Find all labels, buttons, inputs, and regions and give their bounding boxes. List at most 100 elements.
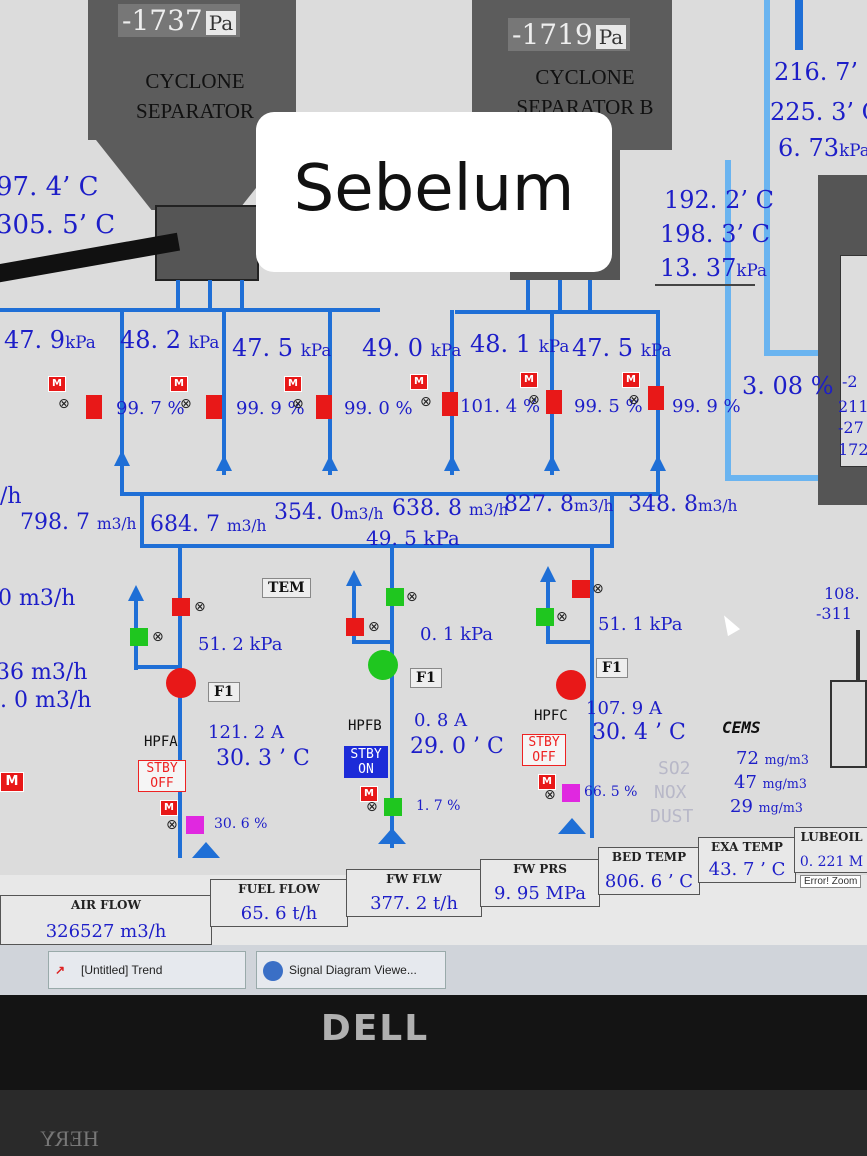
right-riser-pipe [764,0,770,355]
duct-pressure-5: 48. 1 kPa [470,330,570,358]
cems-nox-value: 47 mg/m3 [734,772,807,793]
damper-actuator-3-icon: ⊗ [292,396,304,412]
fan-c-inlet-actuator-icon: ⊗ [544,787,556,803]
fan-b-pressure: 0. 1 kPa [420,624,494,645]
fw-prs-cell: FW PRS 9. 95 MPa [480,859,600,907]
fan-c-pump-icon[interactable] [556,670,586,700]
fan-a-pipe [178,548,182,858]
fan-b-outlet-valve[interactable] [386,588,404,606]
tem-tag[interactable]: TEM [262,578,311,598]
fan-b-bypass-valve[interactable] [346,618,364,636]
m-tag-6[interactable]: M [622,372,640,388]
m-tag-4[interactable]: M [410,374,428,390]
mouse-cursor-icon [717,611,741,637]
fan-c-bypass-arrow [540,566,556,582]
damper-actuator-6-icon: ⊗ [628,392,640,408]
damper-actuator-2-icon: ⊗ [180,396,192,412]
fan-c-temp: 30. 4 ’ C [592,720,686,745]
fan-a-outlet-actuator-icon: ⊗ [194,599,206,615]
taskbar-trend-button[interactable]: ↗ [Untitled] Trend [48,951,246,989]
fan-b-bypass-actuator-icon: ⊗ [368,619,380,635]
damper-5[interactable] [546,390,562,414]
fan-b-pump-icon[interactable] [368,650,398,680]
m-tag-1[interactable]: M [48,376,66,392]
fan-a-inlet-damper[interactable] [186,816,204,834]
fw-flow-cell: FW FLW 377. 2 t/h [346,869,482,917]
cems-title: CEMS [722,718,761,737]
mid-right-pressure: 13. 37kPa [660,254,768,282]
fan-a-bypass-valve[interactable] [130,628,148,646]
drop-6 [588,280,592,310]
flow-arrow-4 [444,455,460,471]
trend-icon: ↗ [55,963,66,977]
fan-c-pressure: 51. 1 kPa [598,614,683,635]
fan-a-pump-icon[interactable] [166,668,196,698]
fan-a-f1-tag[interactable]: F1 [208,682,240,702]
fan-c-bypass-h [546,640,594,644]
header-pressure: 49. 5 kPa [366,526,460,550]
black-duct [0,232,181,286]
damper-4[interactable] [442,392,458,416]
fuel-flow-cell: FUEL FLOW 65. 6 t/h [210,879,348,927]
left-partial-4: . 0 m3/h [0,688,92,713]
damper-6[interactable] [648,386,664,410]
fan-b-standby-status[interactable]: STBY ON [344,746,388,778]
left-partial-3: 36 m3/h [0,660,88,685]
fan-a-outlet-valve[interactable] [172,598,190,616]
m-tag-2[interactable]: M [170,376,188,392]
fan-c-bypass-valve[interactable] [536,608,554,626]
flow-arrow-5 [544,455,560,471]
flow-arrow-3 [322,455,338,471]
right-mid-edge-1: 108. [824,584,860,603]
right-edge-4: 172. [838,440,867,459]
fan-c-outlet-valve[interactable] [572,580,590,598]
damper-actuator-1-icon: ⊗ [58,396,70,412]
right-edge-3: -27 [838,418,864,437]
taskbar-signal-button[interactable]: Signal Diagram Viewe... [256,951,446,989]
air-flow-cell: AIR FLOW 326527 m3/h [0,895,212,945]
flow-arrow-6 [650,455,666,471]
fan-a-m-tag[interactable]: M [160,800,178,816]
duct-pressure-1: 47. 9kPa [4,326,96,354]
right-mid-box [830,680,867,768]
fan-a-standby-status[interactable]: STBY OFF [138,760,186,792]
left-m-tag[interactable]: M [0,772,24,792]
fan-b-inlet-actuator-icon: ⊗ [366,799,378,815]
fan-a-damper: 30. 6 % [214,816,268,832]
drop-2 [208,280,212,310]
damper-actuator-5-icon: ⊗ [528,392,540,408]
fan-c-current: 107. 9 A [586,698,662,719]
fan-b-f1-tag[interactable]: F1 [410,668,442,688]
fan-a-bypass-actuator-icon: ⊗ [152,629,164,645]
fan-a-bypass-arrow [128,585,144,601]
fan-b-current: 0. 8 A [414,710,468,731]
right-temp-2: 225. 3’ C [770,98,867,126]
fan-b-temp: 29. 0 ’ C [410,734,504,759]
damper-2[interactable] [206,395,222,419]
m-tag-3[interactable]: M [284,376,302,392]
left-temp-2: 305. 5’ C [0,210,116,240]
fan-b-inlet-arrow [378,828,406,844]
damper-pct-6: 99. 9 % [672,396,741,417]
m-tag-5[interactable]: M [520,372,538,388]
damper-1[interactable] [86,395,102,419]
fan-c-standby-status[interactable]: STBY OFF [522,734,566,766]
duct-pressure-3: 47. 5 kPa [232,334,332,362]
fan-c-bypass-actuator-icon: ⊗ [556,609,568,625]
damper-pct-3: 99. 0 % [344,398,413,419]
header-flow-6: 348. 8m3/h [628,492,738,517]
damper-actuator-4-icon: ⊗ [420,394,432,410]
damper-3[interactable] [316,395,332,419]
fan-b-inlet-damper[interactable] [384,798,402,816]
cyclone-a-label: CYCLONE SEPARATOR [136,69,254,123]
header-flow-2: 684. 7 m3/h [150,512,267,537]
mid-right-temp-2: 198. 3’ C [660,220,770,248]
signal-viewer-icon [263,960,283,981]
fan-c-f1-tag[interactable]: F1 [596,658,628,678]
left-partial-1: /h [0,484,22,509]
right-edge-1: -2 [842,372,858,391]
drop-3 [240,280,244,310]
exa-temp-cell: EXA TEMP 43. 7 ’ C [698,837,796,883]
flow-arrow-1 [114,450,130,466]
fan-c-inlet-damper[interactable] [562,784,580,802]
